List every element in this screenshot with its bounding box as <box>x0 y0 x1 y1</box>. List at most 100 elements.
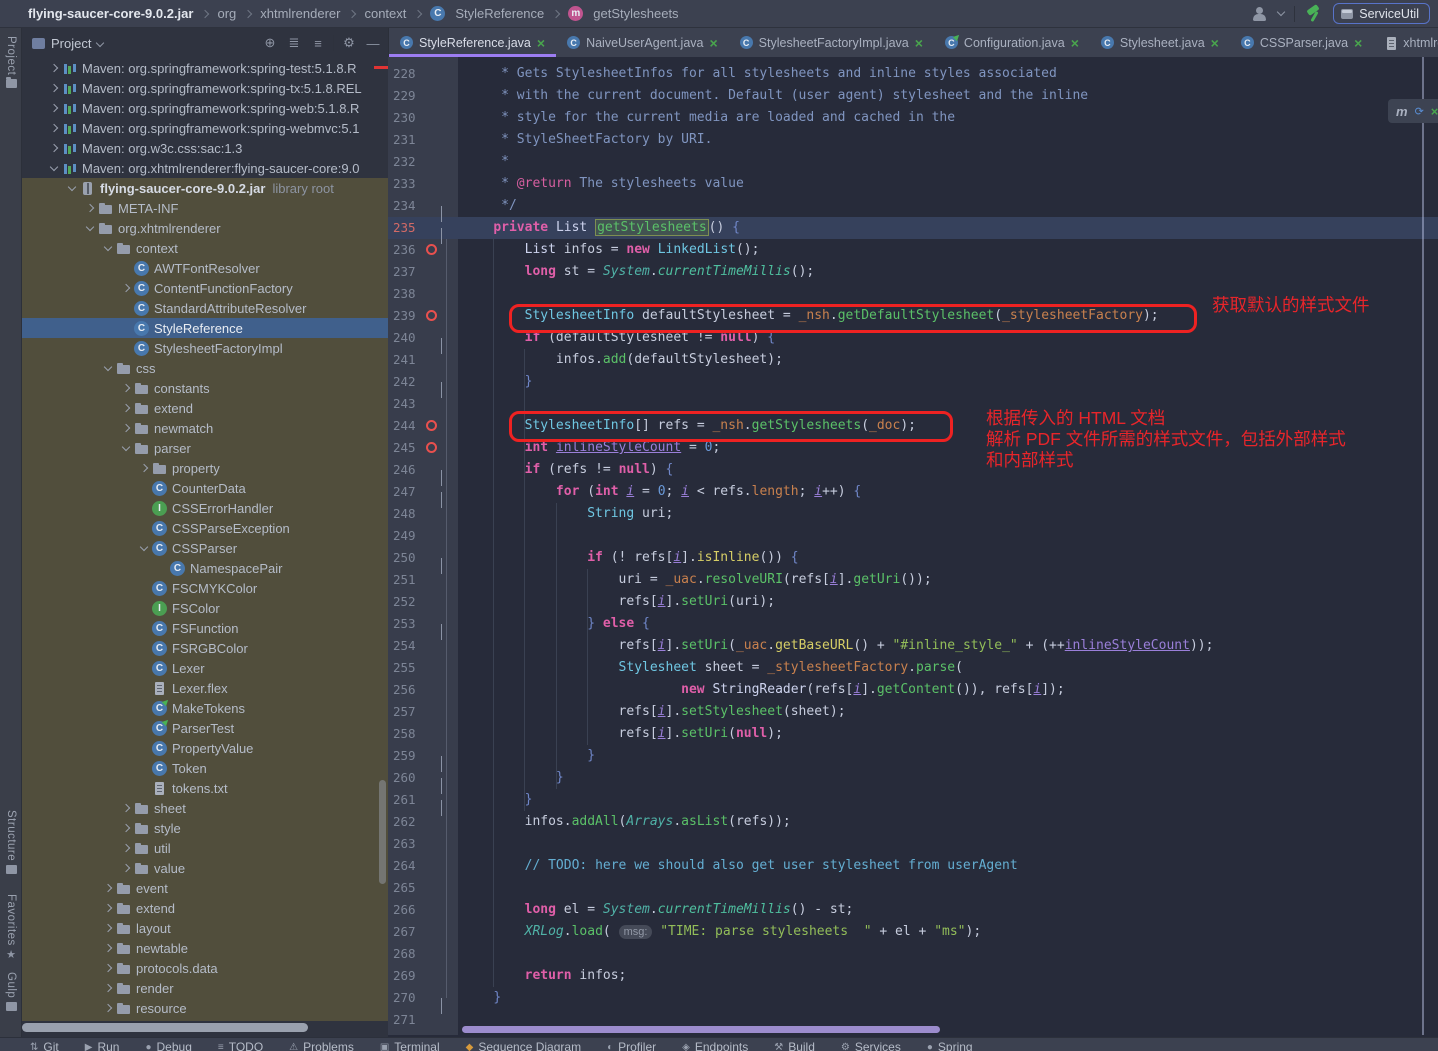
statusbar-item-build[interactable]: ⚒Build <box>774 1040 815 1051</box>
chevron-right-icon[interactable] <box>46 85 62 91</box>
project-tree-vertical-scrollbar[interactable] <box>379 780 386 884</box>
chevron-down-icon[interactable] <box>1277 8 1285 16</box>
chevron-right-icon[interactable] <box>100 945 116 951</box>
statusbar-item-spring[interactable]: ●Spring <box>927 1040 973 1051</box>
close-icon[interactable]: × <box>1354 37 1362 49</box>
chevron-right-icon[interactable] <box>46 105 62 111</box>
code-line-237[interactable]: 237 long st = System.currentTimeMillis()… <box>388 261 1438 283</box>
chevron-right-icon[interactable] <box>100 925 116 931</box>
code-line-269[interactable]: 269 return infos; <box>388 965 1438 987</box>
tree-item-counterdata[interactable]: CCounterData <box>22 478 388 498</box>
editor-tab-configuration-java[interactable]: CConfiguration.java× <box>934 28 1090 57</box>
tree-item-parser[interactable]: parser <box>22 438 388 458</box>
tree-item-protocols-data[interactable]: protocols.data <box>22 958 388 978</box>
gear-icon[interactable]: ⚙ <box>340 35 358 51</box>
chevron-right-icon[interactable] <box>118 805 134 811</box>
chevron-down-icon[interactable] <box>136 546 152 550</box>
tree-item-maven-org-springframework-spring-test-5-1-8-r[interactable]: Maven: org.springframework:spring-test:5… <box>22 58 388 78</box>
tree-item-newtable[interactable]: newtable <box>22 938 388 958</box>
close-icon[interactable]: × <box>1211 37 1219 49</box>
collapse-all-icon[interactable]: ≡ <box>309 36 327 51</box>
statusbar-item-git[interactable]: ⇅Git <box>30 1040 59 1051</box>
locate-file-icon[interactable]: ⊕ <box>261 35 279 51</box>
statusbar-item-run[interactable]: ▶Run <box>85 1040 120 1051</box>
tree-item-fscmykcolor[interactable]: CFSCMYKColor <box>22 578 388 598</box>
code-line-254[interactable]: 254 refs[i].setUri(_uac.getBaseURL() + "… <box>388 635 1438 657</box>
tool-window-button-favorites[interactable]: Favorites★ <box>0 894 22 960</box>
tree-item-contentfunctionfactory[interactable]: CContentFunctionFactory <box>22 278 388 298</box>
tree-item-maven-org-springframework-spring-webmvc-5-1[interactable]: Maven: org.springframework:spring-webmvc… <box>22 118 388 138</box>
tree-item-maven-org-w3c-css-sac-1-3[interactable]: Maven: org.w3c.css:sac:1.3 <box>22 138 388 158</box>
editor-horizontal-scrollbar[interactable] <box>462 1026 940 1033</box>
chevron-down-icon[interactable] <box>96 39 104 47</box>
tree-item-lexer[interactable]: CLexer <box>22 658 388 678</box>
chevron-right-icon[interactable] <box>46 125 62 131</box>
tree-item-value[interactable]: value <box>22 858 388 878</box>
tree-item-tokens-txt[interactable]: tokens.txt <box>22 778 388 798</box>
tool-window-button-gulp[interactable]: Gulp <box>0 972 22 1011</box>
tool-window-button-structure[interactable]: Structure <box>0 810 22 874</box>
chevron-right-icon[interactable] <box>118 845 134 851</box>
tree-item-maketokens[interactable]: CMakeTokens <box>22 698 388 718</box>
tree-item-property[interactable]: property <box>22 458 388 478</box>
user-icon[interactable] <box>1252 7 1268 21</box>
code-line-270[interactable]: 270 } <box>388 987 1438 1009</box>
editor-tab-xhtmlrenderer-conf[interactable]: xhtmlrenderer.conf× <box>1373 28 1438 57</box>
tool-window-button-project[interactable]: Project <box>0 36 22 88</box>
code-line-267[interactable]: 267 XRLog.load( msg: "TIME: parse styles… <box>388 921 1438 943</box>
editor-tab-cssparser-java[interactable]: CCSSParser.java× <box>1230 28 1373 57</box>
editor-tab-stylereference-java[interactable]: CStyleReference.java× <box>389 28 556 57</box>
chevron-right-icon[interactable] <box>100 965 116 971</box>
tree-item-csserrorhandler[interactable]: ICSSErrorHandler <box>22 498 388 518</box>
statusbar-item-endpoints[interactable]: ◈Endpoints <box>682 1040 748 1051</box>
code-line-236[interactable]: 236 List infos = new LinkedList(); <box>388 239 1438 261</box>
tree-item-cssparseexception[interactable]: CCSSParseException <box>22 518 388 538</box>
editor-tab-naiveuseragent-java[interactable]: CNaiveUserAgent.java× <box>556 28 729 57</box>
chevron-right-icon[interactable] <box>118 865 134 871</box>
tree-item-context[interactable]: context <box>22 238 388 258</box>
code-line-256[interactable]: 256 new StringReader(refs[i].getContent(… <box>388 679 1438 701</box>
build-hammer-icon[interactable] <box>1305 6 1323 22</box>
breadcrumb-item-context[interactable]: context <box>364 6 406 21</box>
editor-tab-stylesheetfactoryimpl-java[interactable]: CStylesheetFactoryImpl.java× <box>729 28 934 57</box>
tree-item-fscolor[interactable]: IFSColor <box>22 598 388 618</box>
breakpoint-icon[interactable] <box>426 310 437 321</box>
breadcrumb-item-stylereference[interactable]: CStyleReference <box>430 6 544 21</box>
statusbar-item-services[interactable]: ⚙Services <box>841 1040 901 1051</box>
code-line-247[interactable]: 247 for (int i = 0; i < refs.length; i++… <box>388 481 1438 503</box>
breakpoint-icon[interactable] <box>426 442 437 453</box>
tree-item-layout[interactable]: layout <box>22 918 388 938</box>
tree-item-extend[interactable]: extend <box>22 898 388 918</box>
close-icon[interactable]: × <box>1071 37 1079 49</box>
code-line-261[interactable]: 261 } <box>388 789 1438 811</box>
close-icon[interactable]: × <box>915 37 923 49</box>
chevron-right-icon[interactable] <box>118 825 134 831</box>
code-line-248[interactable]: 248 String uri; <box>388 503 1438 525</box>
tree-item-token[interactable]: CToken <box>22 758 388 778</box>
tree-item-simple[interactable]: simple <box>22 1018 388 1021</box>
tree-item-css[interactable]: css <box>22 358 388 378</box>
tree-item-maven-org-xhtmlrenderer-flying-saucer-core-9-0[interactable]: Maven: org.xhtmlrenderer:flying-saucer-c… <box>22 158 388 178</box>
tree-item-fsfunction[interactable]: CFSFunction <box>22 618 388 638</box>
chevron-right-icon[interactable] <box>100 1005 116 1011</box>
tree-item-stylesheetfactoryimpl[interactable]: CStylesheetFactoryImpl <box>22 338 388 358</box>
code-line-258[interactable]: 258 refs[i].setUri(null); <box>388 723 1438 745</box>
chevron-down-icon[interactable] <box>64 186 80 190</box>
code-line-230[interactable]: 230 * style for the current media are lo… <box>388 107 1438 129</box>
breadcrumb-item-flying-saucer-core-9-0-2-jar[interactable]: flying-saucer-core-9.0.2.jar <box>28 6 193 21</box>
tree-item-propertyvalue[interactable]: CPropertyValue <box>22 738 388 758</box>
statusbar-item-problems[interactable]: ⚠Problems <box>289 1040 354 1051</box>
tree-item-parsertest[interactable]: CParserTest <box>22 718 388 738</box>
tree-item-util[interactable]: util <box>22 838 388 858</box>
close-icon[interactable]: × <box>537 37 545 49</box>
breadcrumb-item-xhtmlrenderer[interactable]: xhtmlrenderer <box>260 6 340 21</box>
chevron-right-icon[interactable] <box>82 205 98 211</box>
statusbar-item-sequence-diagram[interactable]: ◆Sequence Diagram <box>466 1040 581 1051</box>
project-tree-horizontal-scrollbar[interactable] <box>22 1023 308 1032</box>
tree-item-render[interactable]: render <box>22 978 388 998</box>
code-line-252[interactable]: 252 refs[i].setUri(uri); <box>388 591 1438 613</box>
chevron-right-icon[interactable] <box>136 465 152 471</box>
close-icon[interactable]: × <box>709 37 717 49</box>
statusbar-item-debug[interactable]: ●Debug <box>145 1040 191 1051</box>
code-line-265[interactable]: 265 <box>388 877 1438 899</box>
